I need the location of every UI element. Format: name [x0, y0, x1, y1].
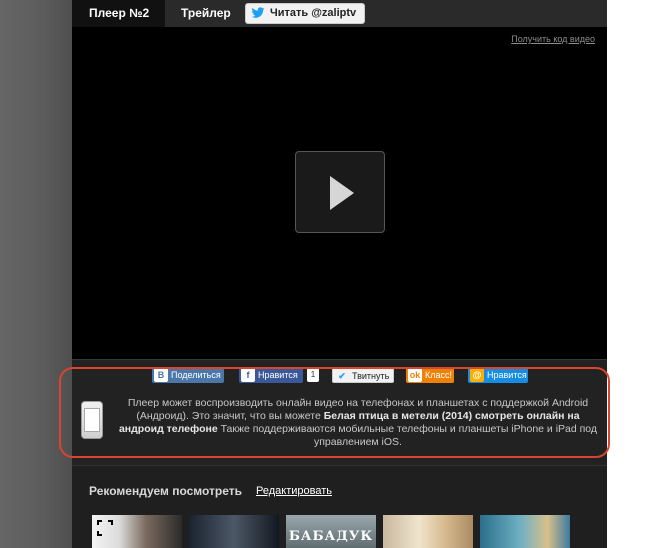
video-player[interactable]: Получить код видео: [72, 27, 607, 359]
tab-player-2[interactable]: Плеер №2: [72, 0, 165, 27]
android-info-text: Плеер может воспроизводить онлайн видео …: [118, 397, 598, 448]
movie-thumb-4[interactable]: [383, 515, 473, 548]
recommendations-title: Рекомендуем посмотреть: [89, 484, 243, 498]
fullscreen-icon: [97, 520, 113, 536]
page-right-background: [607, 0, 650, 548]
twitter-follow-label: Читать @zaliptv: [270, 7, 357, 19]
movie-thumb-1[interactable]: [92, 515, 182, 548]
play-icon: [330, 176, 354, 210]
twitter-follow-button[interactable]: Читать @zaliptv: [245, 3, 365, 24]
tab-trailer[interactable]: Трейлер: [169, 0, 239, 27]
play-button[interactable]: [295, 151, 385, 233]
page-left-background: [0, 0, 72, 548]
movie-thumb-2[interactable]: [189, 515, 279, 548]
get-video-code-link[interactable]: Получить код видео: [511, 34, 595, 44]
divider: [72, 359, 607, 360]
movie-thumb-5[interactable]: [480, 515, 570, 548]
player-tabs: Плеер №2 Трейлер Читать @zaliptv: [72, 0, 607, 27]
movie-thumb-3[interactable]: БАБАДУК: [286, 515, 376, 548]
player-panel: Плеер №2 Трейлер Читать @zaliptv Получит…: [59, 0, 610, 548]
recommendations-section: Рекомендуем посмотреть Редактировать БАБ…: [72, 465, 607, 548]
recommendations-edit-link[interactable]: Редактировать: [256, 485, 332, 497]
movie-thumb-3-caption: БАБАДУК: [288, 529, 374, 544]
phone-icon: [81, 401, 103, 439]
twitter-icon: [251, 7, 265, 18]
